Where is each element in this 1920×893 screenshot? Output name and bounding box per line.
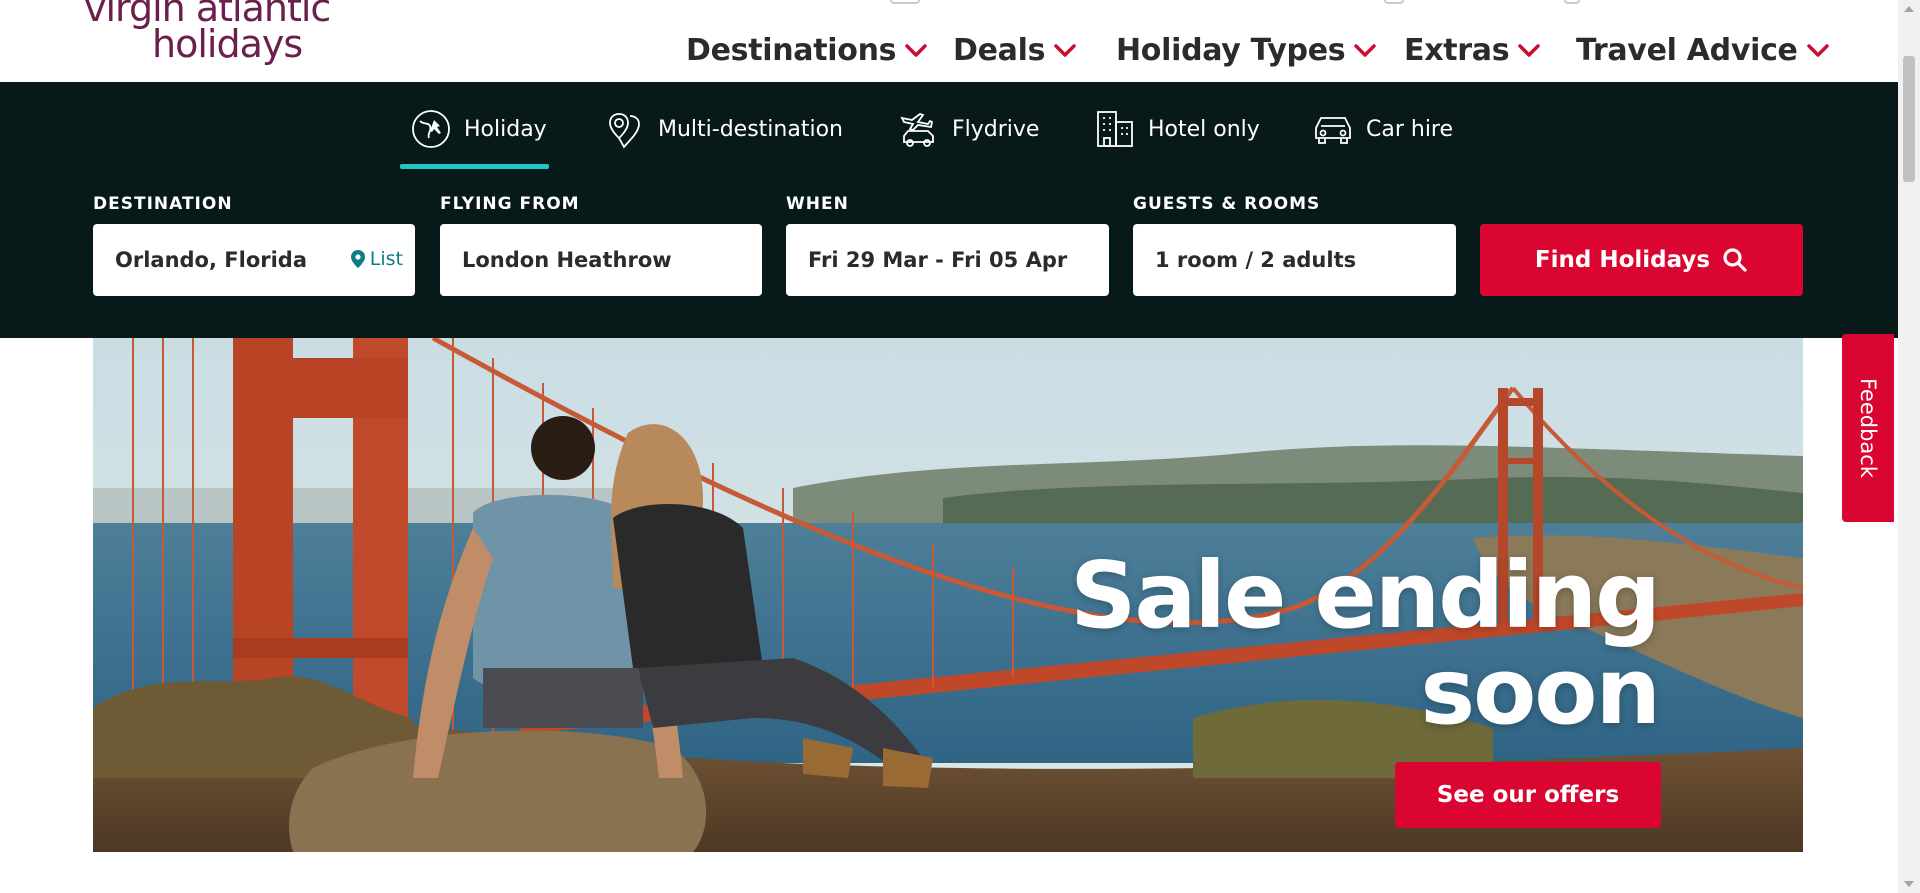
scroll-down-arrow-icon[interactable] [1904, 881, 1914, 887]
tab-label: Multi-destination [658, 116, 843, 142]
holiday-search-panel: Holiday Multi-destination Flydrive Hotel… [0, 82, 1898, 338]
tab-label: Car hire [1366, 116, 1454, 142]
search-type-tabs: Holiday Multi-destination Flydrive Hotel… [0, 82, 1898, 172]
tab-label: Holiday [464, 116, 547, 142]
feedback-label: Feedback [1856, 377, 1880, 479]
tab-label: Flydrive [952, 116, 1040, 142]
date-range-field[interactable]: Fri 29 Mar - Fri 05 Apr [786, 224, 1109, 296]
tab-flydrive[interactable]: Flydrive [898, 104, 1039, 154]
nav-label: Destinations [686, 32, 897, 68]
hero-headline-line2: soon [1420, 638, 1661, 745]
nav-label: Travel Advice [1576, 32, 1798, 68]
nav-destinations[interactable]: Destinations [686, 30, 928, 70]
map-pin-icon [350, 250, 365, 268]
destination-list-link[interactable]: List [350, 248, 403, 270]
when-label: WHEN [786, 194, 849, 214]
destination-field[interactable]: Orlando, Florida List [93, 224, 415, 296]
hero-headline: Sale ending soon [1070, 542, 1661, 745]
destination-value: Orlando, Florida [115, 248, 308, 272]
see-our-offers-label: See our offers [1436, 782, 1620, 808]
nav-label: Deals [953, 32, 1046, 68]
nav-extras[interactable]: Extras [1404, 30, 1541, 70]
flying-from-field[interactable]: London Heathrow [440, 224, 762, 296]
scrollbar-thumb[interactable] [1903, 56, 1915, 182]
find-holidays-button[interactable]: Find Holidays [1480, 224, 1803, 296]
utility-icon[interactable] [890, 0, 920, 4]
tab-label: Hotel only [1148, 116, 1260, 142]
guests-rooms-label: GUESTS & ROOMS [1133, 194, 1321, 214]
tab-car-hire[interactable]: Car hire [1312, 104, 1453, 154]
tab-multi-destination[interactable]: Multi-destination [604, 104, 843, 154]
tab-hotel-only[interactable]: Hotel only [1094, 104, 1260, 154]
car-icon [1315, 117, 1351, 144]
virgin-atlantic-holidays-logo[interactable]: virgin atlantic holidays [80, 0, 340, 68]
see-our-offers-button[interactable]: See our offers [1395, 762, 1661, 828]
map-pins-icon [609, 113, 640, 149]
nav-label: Holiday Types [1116, 32, 1346, 68]
chevron-down-icon [905, 44, 927, 57]
utility-icon[interactable] [1564, 0, 1580, 4]
chevron-down-icon [1806, 44, 1829, 57]
guests-rooms-value: 1 room / 2 adults [1155, 248, 1357, 272]
find-holidays-label: Find Holidays [1534, 247, 1711, 273]
utility-icon[interactable] [1384, 0, 1404, 4]
flying-from-label: FLYING FROM [440, 194, 580, 214]
search-icon [1723, 248, 1747, 272]
list-link-label: List [369, 248, 403, 270]
logo-heart-icon [304, 0, 326, 2]
date-range-value: Fri 29 Mar - Fri 05 Apr [808, 248, 1068, 272]
tab-holiday[interactable]: Holiday [410, 104, 547, 154]
globe-plane-icon [412, 110, 450, 148]
hero-banner: Sale ending soon See our offers [93, 338, 1803, 852]
nav-holiday-types[interactable]: Holiday Types [1116, 30, 1377, 70]
site-header: virgin atlantic holidays Destinations De… [0, 0, 1898, 82]
nav-label: Extras [1404, 32, 1510, 68]
hero-headline-line1: Sale ending [1070, 542, 1661, 649]
page-scrollbar[interactable] [1898, 0, 1920, 893]
scroll-up-arrow-icon[interactable] [1904, 6, 1914, 12]
nav-deals[interactable]: Deals [953, 30, 1077, 70]
chevron-down-icon [1518, 44, 1541, 57]
nav-travel-advice[interactable]: Travel Advice [1576, 30, 1830, 70]
chevron-down-icon [1054, 44, 1076, 57]
logo-text-line2: holidays [152, 22, 303, 66]
plane-car-icon [900, 112, 934, 147]
feedback-tab[interactable]: Feedback [1842, 334, 1894, 522]
active-tab-indicator [400, 164, 549, 169]
chevron-down-icon [1354, 44, 1377, 57]
building-icon [1097, 111, 1133, 147]
flying-from-value: London Heathrow [462, 248, 672, 272]
guests-rooms-field[interactable]: 1 room / 2 adults [1133, 224, 1456, 296]
destination-label: DESTINATION [93, 194, 233, 214]
